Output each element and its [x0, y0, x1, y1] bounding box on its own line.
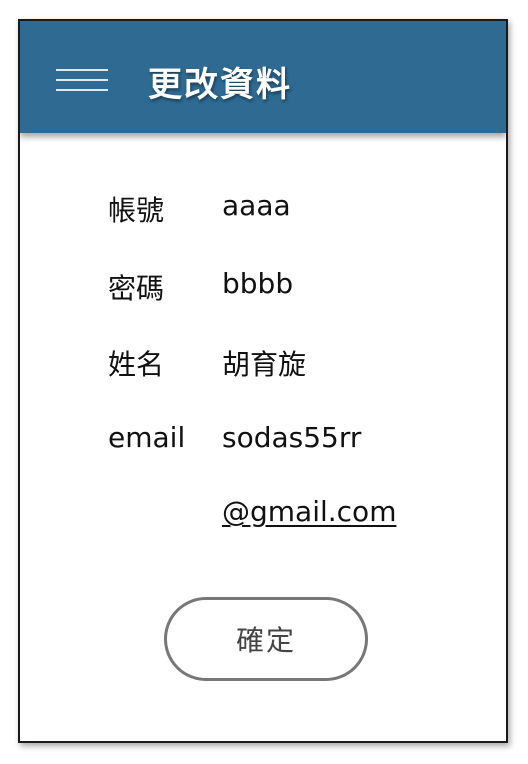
- menu-line: [56, 79, 108, 81]
- password-label: 密碼: [108, 272, 165, 305]
- name-value[interactable]: 胡育旋: [222, 343, 306, 383]
- hamburger-menu-icon[interactable]: [56, 69, 108, 91]
- phone-frame: 更改資料 帳號 aaaa 密碼 bbbb 姓名 胡育旋 email sodas5…: [18, 19, 508, 743]
- name-label: 姓名: [108, 348, 165, 381]
- menu-line: [56, 69, 108, 71]
- email-value-line1[interactable]: sodas55rr: [222, 421, 361, 454]
- page-title: 更改資料: [148, 65, 292, 105]
- password-value[interactable]: bbbb: [222, 267, 293, 300]
- profile-form: 帳號 aaaa 密碼 bbbb 姓名 胡育旋 email sodas55rr @…: [20, 133, 506, 741]
- app-header: 更改資料: [20, 21, 506, 133]
- menu-line: [56, 89, 108, 91]
- account-label: 帳號: [108, 194, 165, 227]
- account-value[interactable]: aaaa: [222, 189, 291, 222]
- confirm-button[interactable]: 確定: [164, 597, 368, 681]
- email-value-line2[interactable]: @gmail.com: [222, 495, 396, 528]
- email-label: email: [108, 421, 186, 454]
